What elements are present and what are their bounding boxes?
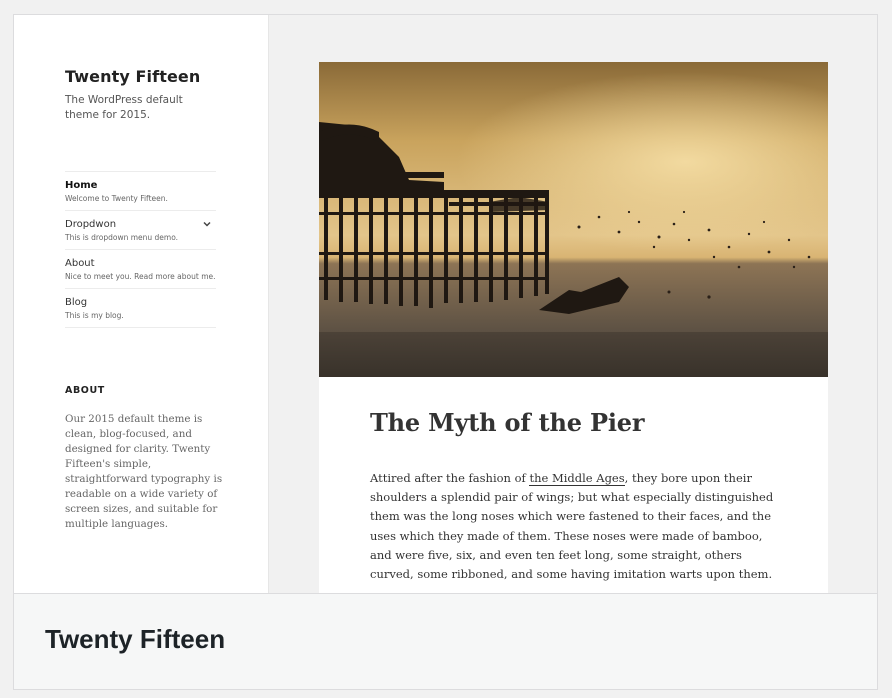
post-text-start: Attired after the fashion of [370,471,530,485]
post-card: The Myth of the Pier Attired after the f… [319,62,828,593]
widget-text: Our 2015 default theme is clean, blog-fo… [65,413,223,530]
site-title: Twenty Fifteen [65,67,201,86]
menu-item-label: About [65,258,95,269]
post-featured-image [319,62,828,377]
post-title[interactable]: The Myth of the Pier [370,408,644,437]
theme-name: Twenty Fifteen [45,624,226,654]
site-description: The WordPress default theme for 2015. [65,94,183,121]
sidebar: Twenty Fifteen The WordPress default the… [14,15,269,593]
theme-card-footer: Twenty Fifteen [14,593,877,689]
theme-card[interactable]: Twenty Fifteen The WordPress default the… [13,14,878,690]
post-text-rest: , they bore upon their shoulders a splen… [370,471,774,582]
chevron-down-icon[interactable] [202,219,212,229]
menu-item-home[interactable]: Home Welcome to Twenty Fifteen. [65,172,216,211]
menu-item-description: This is dropdown menu demo. [65,233,179,242]
menu-item-label: Dropdwon [65,219,117,230]
post-content: Attired after the fashion of the Middle … [370,469,785,584]
menu-item-about[interactable]: About Nice to meet you. Read more about … [65,250,216,289]
menu-item-blog[interactable]: Blog This is my blog. [65,289,216,328]
main-navigation: Home Welcome to Twenty Fifteen. Dropdwon… [65,171,216,328]
menu-item-description: Nice to meet you. Read more about me. [65,272,216,281]
menu-item-dropdown[interactable]: Dropdwon This is dropdown menu demo. [65,211,216,250]
menu-item-label: Home [65,180,98,191]
menu-item-description: This is my blog. [65,311,124,320]
menu-item-description: Welcome to Twenty Fifteen. [65,194,168,203]
widget-title: ABOUT [65,385,105,396]
menu-item-label: Blog [65,297,88,308]
theme-screenshot[interactable]: Twenty Fifteen The WordPress default the… [14,15,877,593]
post-link[interactable]: the Middle Ages [529,471,625,486]
